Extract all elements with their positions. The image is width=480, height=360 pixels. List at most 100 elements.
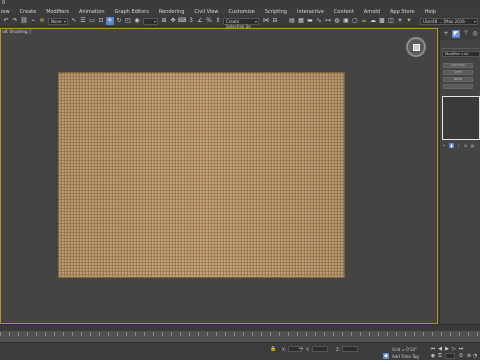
- workspace-dropdown[interactable]: User48 ... [Max 2016: [420, 18, 478, 25]
- 3dsmax-window: 0 iew Create Modifiers Animation Graph E…: [0, 0, 480, 360]
- angle-snap-icon[interactable]: ∠: [196, 17, 204, 25]
- pivot-center-icon[interactable]: ⊞: [160, 17, 168, 25]
- rotate-icon[interactable]: ↻: [115, 17, 123, 25]
- select-by-name-icon[interactable]: ☰: [79, 17, 87, 25]
- menu-rendering[interactable]: Rendering: [154, 9, 190, 15]
- previous-frame-icon[interactable]: ◀: [437, 346, 443, 352]
- pin-stack-icon[interactable]: ⊢: [442, 143, 447, 148]
- hierarchy-tab-icon[interactable]: ⊤: [462, 30, 470, 38]
- show-end-result-icon[interactable]: ▮: [449, 143, 454, 148]
- configure-sets-icon[interactable]: ▤: [470, 143, 475, 148]
- auto-key-icon[interactable]: ◉: [430, 353, 436, 359]
- viewport-label[interactable]: ult Shading ]: [2, 30, 31, 35]
- next-frame-icon[interactable]: ▷: [451, 346, 457, 352]
- place-icon[interactable]: ◉: [133, 17, 141, 25]
- snaps-toggle-icon[interactable]: 3: [187, 17, 195, 25]
- goto-end-icon[interactable]: ⏭: [458, 346, 464, 352]
- panel-divider: [441, 48, 480, 49]
- sign-in-icon[interactable]: ✦: [405, 17, 413, 25]
- rendered-frame-window-icon[interactable]: ▢: [351, 17, 359, 25]
- command-panel: + ◩ ⊤ ◎ Modifier List Edit Poly Shell Be…: [439, 28, 480, 324]
- z-coordinate-field[interactable]: [342, 346, 358, 352]
- align-icon[interactable]: ⊟: [271, 17, 279, 25]
- modifier-list-dropdown[interactable]: Modifier List: [442, 51, 480, 57]
- menu-modifiers[interactable]: Modifiers: [41, 9, 74, 15]
- menu-create[interactable]: Create: [15, 9, 42, 15]
- goto-start-icon[interactable]: ⏮: [430, 346, 436, 352]
- track-bar[interactable]: [0, 331, 480, 343]
- time-config-icon[interactable]: ⏱: [458, 353, 464, 359]
- lock-selection-icon[interactable]: 🔒: [270, 346, 276, 352]
- remove-modifier-icon[interactable]: ⊘: [463, 143, 468, 148]
- main-toolbar: ↶ ↷ ⛓ ⌁ ≋ None ↖ ☰ ▭ ⊡ ✛ ↻ ◰ ◉ ⊞ ✥ ⌨ 3 ∠…: [0, 16, 480, 29]
- add-time-tag[interactable]: Add Time Tag: [392, 354, 419, 359]
- modifier-stack[interactable]: [442, 96, 480, 140]
- create-tab-icon[interactable]: +: [442, 30, 450, 38]
- modify-tab-icon[interactable]: ◩: [452, 30, 460, 38]
- material-editor-icon[interactable]: ◍: [333, 17, 341, 25]
- shell-button[interactable]: Shell: [443, 70, 473, 75]
- mirror-icon[interactable]: ⋈: [262, 17, 270, 25]
- y-coordinate-field[interactable]: [312, 346, 328, 352]
- menu-help[interactable]: Help: [420, 9, 441, 15]
- reference-coord-dropdown[interactable]: [143, 18, 158, 25]
- menu-app-store[interactable]: App Store: [385, 9, 420, 15]
- ribbon-icon[interactable]: ▬: [306, 17, 314, 25]
- menu-animation[interactable]: Animation: [74, 9, 110, 15]
- render-in-cloud-icon[interactable]: ☁: [369, 17, 377, 25]
- bend-button[interactable]: Bend: [443, 77, 473, 82]
- menu-arnold[interactable]: Arnold: [359, 9, 385, 15]
- region-select-icon[interactable]: ▭: [88, 17, 96, 25]
- named-selection-dropdown[interactable]: Create Selection Se: [223, 18, 259, 29]
- absolute-mode-icon[interactable]: ↔: [298, 346, 304, 352]
- redo-icon[interactable]: ↷: [11, 17, 19, 25]
- menu-scripting[interactable]: Scripting: [260, 9, 292, 15]
- play-icon[interactable]: ▶: [444, 346, 450, 352]
- render-production-icon[interactable]: ☕: [360, 17, 368, 25]
- schematic-view-icon[interactable]: ⊶: [324, 17, 332, 25]
- viewcube[interactable]: [406, 37, 426, 57]
- select-manipulate-icon[interactable]: ✥: [169, 17, 177, 25]
- window-crossing-icon[interactable]: ⊡: [97, 17, 105, 25]
- menu-customize[interactable]: Customize: [223, 9, 259, 15]
- undo-icon[interactable]: ↶: [2, 17, 10, 25]
- stack-tools: ⊢ ▮ ∕ ⊘ ▤: [440, 142, 480, 150]
- spinner-snap-icon[interactable]: ⇕: [214, 17, 222, 25]
- render-setup-icon[interactable]: ▣: [342, 17, 350, 25]
- edit-poly-button[interactable]: Edit Poly: [443, 63, 473, 68]
- select-object-icon[interactable]: ↖: [70, 17, 78, 25]
- set-key-icon[interactable]: ⚿: [437, 353, 443, 359]
- toggle-scene-explorer-icon[interactable]: ▤: [288, 17, 296, 25]
- empty-modifier-button[interactable]: [443, 84, 473, 89]
- menu-civil-view[interactable]: Civil View: [189, 9, 223, 15]
- unlink-icon[interactable]: ⌁: [29, 17, 37, 25]
- orbit-icon[interactable]: ◔: [472, 353, 478, 359]
- selection-filter-dropdown[interactable]: None: [48, 18, 68, 25]
- environment-icon[interactable]: ☀: [396, 17, 404, 25]
- scale-icon[interactable]: ◰: [124, 17, 132, 25]
- make-unique-icon[interactable]: ∕: [456, 143, 461, 148]
- move-icon[interactable]: ✛: [106, 17, 114, 25]
- bind-space-warp-icon[interactable]: ≋: [38, 17, 46, 25]
- keyboard-shortcut-icon[interactable]: ⌨: [178, 17, 187, 25]
- viewcube-cube-icon[interactable]: [413, 44, 420, 51]
- motion-tab-icon[interactable]: ◎: [471, 30, 479, 38]
- toggle-layer-explorer-icon[interactable]: ▦: [297, 17, 305, 25]
- time-tag-icon[interactable]: ◆: [383, 353, 389, 359]
- link-icon[interactable]: ⛓: [20, 17, 28, 25]
- burlap-fabric-plane[interactable]: [58, 72, 345, 278]
- grid-readout: Grid = 0'10": [392, 347, 417, 352]
- current-frame-field[interactable]: [445, 353, 455, 359]
- menu-content[interactable]: Content: [329, 9, 359, 15]
- perspective-viewport[interactable]: ult Shading ]: [0, 28, 438, 324]
- curve-editor-icon[interactable]: ∿: [315, 17, 323, 25]
- render-iterative-icon[interactable]: ◫: [387, 17, 395, 25]
- menu-view[interactable]: iew: [0, 9, 15, 15]
- time-slider[interactable]: [0, 324, 480, 331]
- menu-interactive[interactable]: Interactive: [292, 9, 329, 15]
- y-label: Y:: [306, 347, 310, 352]
- z-label: Z:: [336, 347, 341, 352]
- percent-snap-icon[interactable]: %: [205, 17, 213, 25]
- menu-graph-editors[interactable]: Graph Editors: [110, 9, 154, 15]
- a360-gallery-icon[interactable]: ▩: [378, 17, 386, 25]
